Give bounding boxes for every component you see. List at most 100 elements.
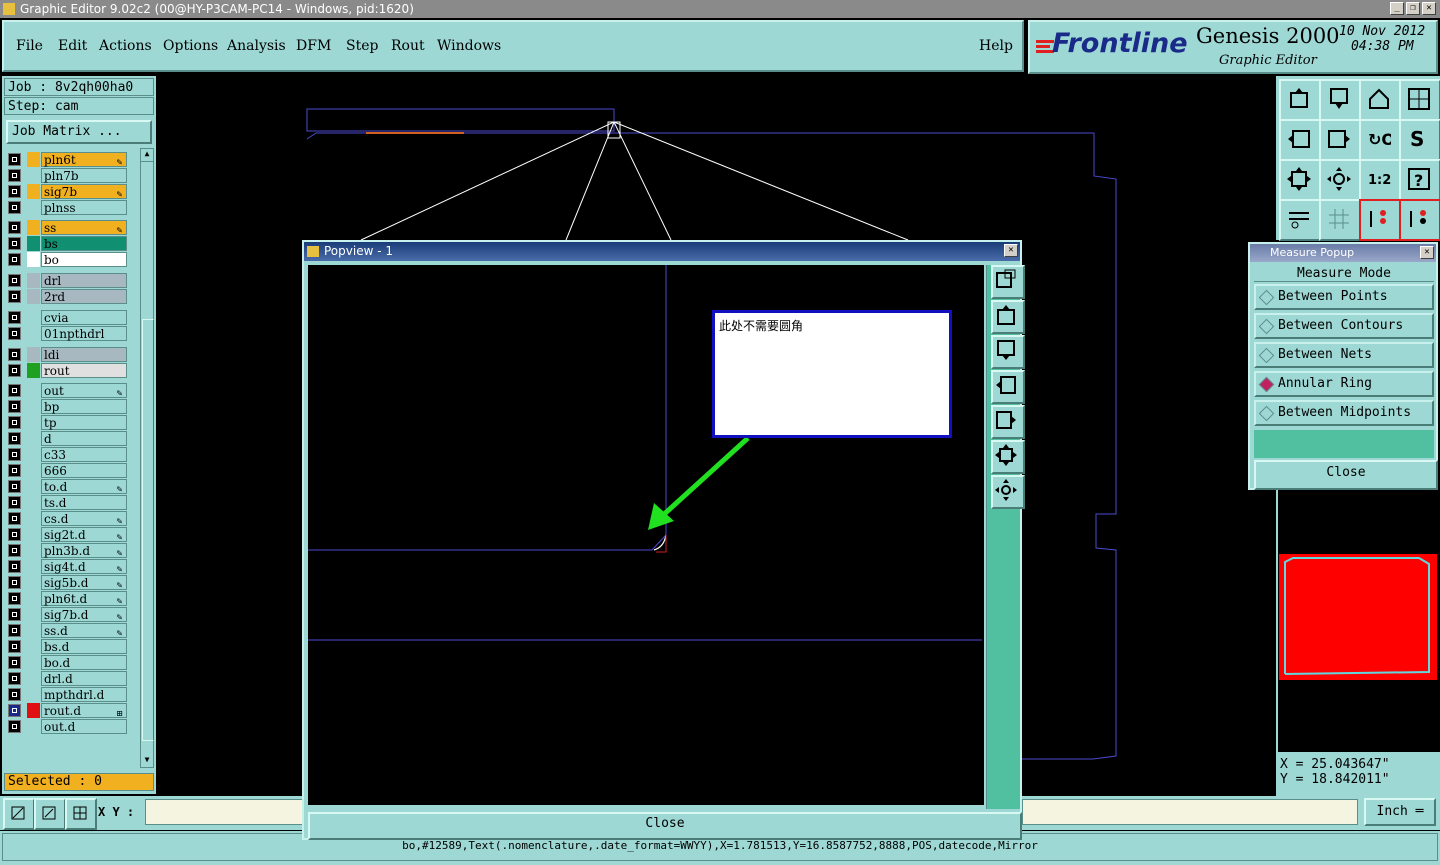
pan-right-icon[interactable] — [1319, 119, 1361, 161]
layer-name[interactable]: out ✎ — [41, 383, 127, 398]
layer-checkbox[interactable] — [8, 327, 21, 340]
layer-name[interactable]: plnss — [41, 200, 127, 215]
menu-actions[interactable]: Actions — [99, 38, 152, 54]
layer-name[interactable]: pln7b — [41, 168, 127, 183]
layer-color-swatch[interactable] — [27, 289, 40, 304]
layer-row[interactable]: out ✎ — [8, 383, 127, 398]
zoom-1-to-2-icon[interactable]: 1:2 — [1359, 159, 1401, 201]
layer-name[interactable]: 666 — [41, 463, 127, 478]
layer-checkbox[interactable] — [8, 496, 21, 509]
layer-checkbox[interactable] — [8, 384, 21, 397]
layer-name[interactable]: pln6t.d ✎ — [41, 591, 127, 606]
measure-close-button[interactable]: Close — [1254, 460, 1438, 490]
layer-checkbox[interactable] — [8, 720, 21, 733]
zoom-fit-icon[interactable] — [1279, 159, 1321, 201]
layer-checkbox[interactable] — [8, 169, 21, 182]
layer-checkbox[interactable] — [8, 311, 21, 324]
pan-up-icon[interactable] — [1279, 79, 1321, 121]
menu-file[interactable]: File — [16, 38, 43, 54]
popview-pan-up-icon[interactable] — [991, 300, 1025, 334]
pan-down-icon[interactable] — [1319, 79, 1361, 121]
job-matrix-button[interactable]: Job Matrix ... — [6, 120, 152, 144]
layer-name[interactable]: pln6t ✎ — [41, 152, 127, 167]
layer-checkbox[interactable] — [8, 153, 21, 166]
layer-color-swatch[interactable] — [27, 168, 40, 183]
layer-checkbox[interactable] — [8, 290, 21, 303]
layer-row[interactable]: drl.d — [8, 671, 127, 686]
help-query-icon[interactable]: ? — [1399, 159, 1440, 201]
scroll-up-arrow-icon[interactable]: ▲ — [141, 149, 153, 162]
layer-color-swatch[interactable] — [27, 527, 40, 542]
minimize-button[interactable]: _ — [1390, 2, 1404, 15]
layer-name[interactable]: sig7b ✎ — [41, 184, 127, 199]
layer-name[interactable]: cvia — [41, 310, 127, 325]
layer-name[interactable]: 01npthdrl — [41, 326, 127, 341]
layer-name[interactable]: ldi — [41, 347, 127, 362]
layer-color-swatch[interactable] — [27, 347, 40, 362]
redraw-icon[interactable]: ↻O — [1359, 119, 1401, 161]
layer-checkbox[interactable] — [8, 576, 21, 589]
measure-option-between-midpoints[interactable]: Between Midpoints — [1254, 400, 1434, 426]
menu-help[interactable]: Help — [979, 38, 1013, 54]
layer-color-swatch[interactable] — [27, 623, 40, 638]
layer-color-swatch[interactable] — [27, 326, 40, 341]
layer-name[interactable]: drl — [41, 273, 127, 288]
layer-row[interactable]: sig7b ✎ — [8, 184, 127, 199]
layer-row[interactable]: sig7b.d ✎ — [8, 607, 127, 622]
layer-row[interactable]: rout — [8, 363, 127, 378]
layer-checkbox[interactable] — [8, 512, 21, 525]
layer-color-swatch[interactable] — [27, 447, 40, 462]
layer-name[interactable]: c33 — [41, 447, 127, 462]
net-highlight-icon[interactable] — [1359, 199, 1401, 241]
layer-name[interactable]: bs.d — [41, 639, 127, 654]
layer-row[interactable]: ss.d ✎ — [8, 623, 127, 638]
popview-close-button[interactable]: Close — [308, 812, 1022, 840]
layer-checkbox[interactable] — [8, 672, 21, 685]
layer-checkbox[interactable] — [8, 448, 21, 461]
layer-color-swatch[interactable] — [27, 220, 40, 235]
layer-checkbox[interactable] — [8, 480, 21, 493]
layer-name[interactable]: 2rd — [41, 289, 127, 304]
split-view-icon[interactable] — [1399, 79, 1440, 121]
layer-name[interactable]: sig2t.d ✎ — [41, 527, 127, 542]
layer-checkbox[interactable] — [8, 464, 21, 477]
layer-row[interactable]: bo.d — [8, 655, 127, 670]
layer-color-swatch[interactable] — [27, 639, 40, 654]
layer-checkbox[interactable] — [8, 528, 21, 541]
layer-name[interactable]: rout — [41, 363, 127, 378]
layer-color-swatch[interactable] — [27, 383, 40, 398]
menu-edit[interactable]: Edit — [58, 38, 87, 54]
layer-color-swatch[interactable] — [27, 687, 40, 702]
command-input[interactable] — [1022, 799, 1358, 825]
menu-options[interactable]: Options — [163, 38, 218, 54]
layer-color-swatch[interactable] — [27, 607, 40, 622]
pan-left-icon[interactable] — [1279, 119, 1321, 161]
layer-checkbox[interactable] — [8, 608, 21, 621]
layer-row[interactable]: bs.d — [8, 639, 127, 654]
popview-close-icon[interactable]: ✕ — [1004, 244, 1018, 257]
layer-color-swatch[interactable] — [27, 236, 40, 251]
layer-row[interactable]: out.d — [8, 719, 127, 734]
layer-name[interactable]: to.d ✎ — [41, 479, 127, 494]
layer-color-swatch[interactable] — [27, 200, 40, 215]
layer-name[interactable]: d — [41, 431, 127, 446]
layer-row[interactable]: d — [8, 431, 127, 446]
layer-name[interactable]: drl.d — [41, 671, 127, 686]
popview-pan-down-icon[interactable] — [991, 335, 1025, 369]
layer-row[interactable]: cs.d ✎ — [8, 511, 127, 526]
measure-option-between-contours[interactable]: Between Contours — [1254, 313, 1434, 339]
measure-option-between-points[interactable]: Between Points — [1254, 284, 1434, 310]
layer-color-swatch[interactable] — [27, 719, 40, 734]
layer-color-swatch[interactable] — [27, 415, 40, 430]
layer-name[interactable]: bo.d — [41, 655, 127, 670]
menu-analysis[interactable]: Analysis — [227, 38, 286, 54]
layer-row[interactable]: pln6t.d ✎ — [8, 591, 127, 606]
layer-checkbox[interactable] — [8, 221, 21, 234]
layer-color-swatch[interactable] — [27, 479, 40, 494]
maximize-button[interactable]: ❐ — [1406, 2, 1420, 15]
grid-toggle-icon[interactable] — [1319, 199, 1361, 241]
popview-zoom-fit-icon[interactable] — [991, 440, 1025, 474]
layer-color-swatch[interactable] — [27, 511, 40, 526]
layer-row[interactable]: ts.d — [8, 495, 127, 510]
layer-row[interactable]: ss ✎ — [8, 220, 127, 235]
